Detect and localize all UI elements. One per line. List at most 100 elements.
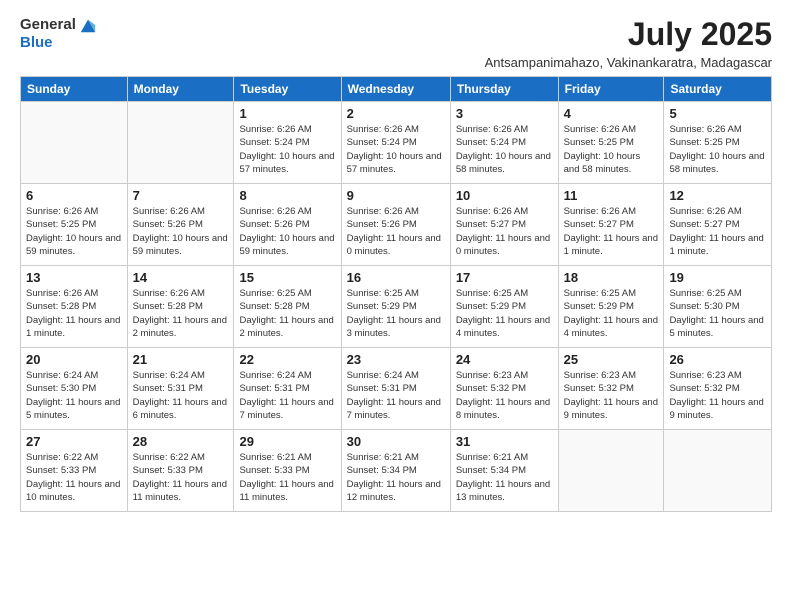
table-row: 25Sunrise: 6:23 AM Sunset: 5:32 PM Dayli…	[558, 348, 664, 430]
col-friday: Friday	[558, 77, 664, 102]
logo-general: General	[20, 17, 76, 34]
day-number: 10	[456, 188, 553, 203]
table-row: 12Sunrise: 6:26 AM Sunset: 5:27 PM Dayli…	[664, 184, 772, 266]
col-monday: Monday	[127, 77, 234, 102]
table-row: 3 Sunrise: 6:26 AM Sunset: 5:24 PM Daylig…	[450, 102, 558, 184]
logo-icon	[79, 16, 97, 34]
logo-blue: Blue	[20, 34, 53, 51]
day-info: Sunrise: 6:23 AM Sunset: 5:32 PM Dayligh…	[456, 369, 553, 422]
day-info: Sunrise: 6:26 AM Sunset: 5:25 PM Dayligh…	[26, 205, 122, 258]
title-block: July 2025 Antsampanimahazo, Vakinankarat…	[485, 16, 772, 70]
day-number: 4	[564, 106, 659, 121]
day-number: 20	[26, 352, 122, 367]
day-info: Sunrise: 6:23 AM Sunset: 5:32 PM Dayligh…	[564, 369, 659, 422]
day-info: Sunrise: 6:25 AM Sunset: 5:29 PM Dayligh…	[347, 287, 445, 340]
table-row: 28Sunrise: 6:22 AM Sunset: 5:33 PM Dayli…	[127, 430, 234, 512]
col-sunday: Sunday	[21, 77, 128, 102]
col-tuesday: Tuesday	[234, 77, 341, 102]
day-info: Sunrise: 6:26 AM Sunset: 5:25 PM Dayligh…	[564, 123, 659, 176]
day-number: 26	[669, 352, 766, 367]
col-saturday: Saturday	[664, 77, 772, 102]
day-number: 31	[456, 434, 553, 449]
table-row	[664, 430, 772, 512]
table-row: 1Sunrise: 6:26 AM Sunset: 5:24 PM Daylig…	[234, 102, 341, 184]
day-info: Sunrise: 6:26 AM Sunset: 5:27 PM Dayligh…	[456, 205, 553, 258]
calendar-table: Sunday Monday Tuesday Wednesday Thursday…	[20, 76, 772, 512]
day-number: 14	[133, 270, 229, 285]
day-info: Sunrise: 6:21 AM Sunset: 5:33 PM Dayligh…	[239, 451, 335, 504]
day-info: Sunrise: 6:24 AM Sunset: 5:31 PM Dayligh…	[347, 369, 445, 422]
calendar-week-row: 20Sunrise: 6:24 AM Sunset: 5:30 PM Dayli…	[21, 348, 772, 430]
day-info: Sunrise: 6:25 AM Sunset: 5:28 PM Dayligh…	[239, 287, 335, 340]
table-row: 14 Sunrise: 6:26 AM Sunset: 5:28 PM Dayli…	[127, 266, 234, 348]
day-number: 15	[239, 270, 335, 285]
calendar-header-row: Sunday Monday Tuesday Wednesday Thursday…	[21, 77, 772, 102]
table-row	[21, 102, 128, 184]
day-number: 5	[669, 106, 766, 121]
table-row: 23 Sunrise: 6:24 AM Sunset: 5:31 PM Dayli…	[341, 348, 450, 430]
calendar-week-row: 6 Sunrise: 6:26 AM Sunset: 5:25 PM Daylig…	[21, 184, 772, 266]
day-number: 19	[669, 270, 766, 285]
table-row: 17Sunrise: 6:25 AM Sunset: 5:29 PM Dayli…	[450, 266, 558, 348]
main-title: July 2025	[485, 16, 772, 53]
day-info: Sunrise: 6:21 AM Sunset: 5:34 PM Dayligh…	[456, 451, 553, 504]
day-info: Sunrise: 6:26 AM Sunset: 5:27 PM Dayligh…	[564, 205, 659, 258]
table-row: 20Sunrise: 6:24 AM Sunset: 5:30 PM Dayli…	[21, 348, 128, 430]
day-number: 24	[456, 352, 553, 367]
table-row: 9 Sunrise: 6:26 AM Sunset: 5:26 PM Daylig…	[341, 184, 450, 266]
day-info: Sunrise: 6:26 AM Sunset: 5:28 PM Dayligh…	[26, 287, 122, 340]
subtitle: Antsampanimahazo, Vakinankaratra, Madaga…	[485, 55, 772, 70]
table-row: 31 Sunrise: 6:21 AM Sunset: 5:34 PM Dayli…	[450, 430, 558, 512]
calendar-week-row: 13 Sunrise: 6:26 AM Sunset: 5:28 PM Dayli…	[21, 266, 772, 348]
day-info: Sunrise: 6:24 AM Sunset: 5:31 PM Dayligh…	[239, 369, 335, 422]
page: General Blue July 2025 Antsampanimahazo,…	[0, 0, 792, 612]
table-row: 26 Sunrise: 6:23 AM Sunset: 5:32 PM Dayli…	[664, 348, 772, 430]
day-info: Sunrise: 6:26 AM Sunset: 5:25 PM Dayligh…	[669, 123, 766, 176]
table-row: 27Sunrise: 6:22 AM Sunset: 5:33 PM Dayli…	[21, 430, 128, 512]
day-number: 6	[26, 188, 122, 203]
header: General Blue July 2025 Antsampanimahazo,…	[20, 16, 772, 70]
calendar-week-row: 1 Sunrise: 6:26 AM Sunset: 5:24 PM Daylig…	[21, 102, 772, 184]
table-row: 21 Sunrise: 6:24 AM Sunset: 5:31 PM Dayli…	[127, 348, 234, 430]
day-info: Sunrise: 6:25 AM Sunset: 5:29 PM Dayligh…	[564, 287, 659, 340]
day-number: 16	[347, 270, 445, 285]
table-row: 16 Sunrise: 6:25 AM Sunset: 5:29 PM Dayli…	[341, 266, 450, 348]
table-row	[127, 102, 234, 184]
table-row: 5 Sunrise: 6:26 AM Sunset: 5:25 PM Daylig…	[664, 102, 772, 184]
calendar-week-row: 27Sunrise: 6:22 AM Sunset: 5:33 PM Dayli…	[21, 430, 772, 512]
day-number: 7	[133, 188, 229, 203]
day-number: 9	[347, 188, 445, 203]
day-number: 21	[133, 352, 229, 367]
day-info: Sunrise: 6:24 AM Sunset: 5:31 PM Dayligh…	[133, 369, 229, 422]
day-info: Sunrise: 6:26 AM Sunset: 5:28 PM Dayligh…	[133, 287, 229, 340]
table-row: 8Sunrise: 6:26 AM Sunset: 5:26 PM Daylig…	[234, 184, 341, 266]
day-number: 22	[239, 352, 335, 367]
day-info: Sunrise: 6:23 AM Sunset: 5:32 PM Dayligh…	[669, 369, 766, 422]
day-number: 18	[564, 270, 659, 285]
table-row: 13 Sunrise: 6:26 AM Sunset: 5:28 PM Dayli…	[21, 266, 128, 348]
day-number: 28	[133, 434, 229, 449]
day-info: Sunrise: 6:26 AM Sunset: 5:26 PM Dayligh…	[347, 205, 445, 258]
table-row: 19 Sunrise: 6:25 AM Sunset: 5:30 PM Dayli…	[664, 266, 772, 348]
logo: General Blue	[20, 16, 97, 52]
day-info: Sunrise: 6:25 AM Sunset: 5:30 PM Dayligh…	[669, 287, 766, 340]
table-row: 22 Sunrise: 6:24 AM Sunset: 5:31 PM Dayli…	[234, 348, 341, 430]
day-number: 2	[347, 106, 445, 121]
day-number: 30	[347, 434, 445, 449]
day-number: 11	[564, 188, 659, 203]
day-number: 1	[239, 106, 335, 121]
day-number: 23	[347, 352, 445, 367]
day-number: 3	[456, 106, 553, 121]
day-number: 27	[26, 434, 122, 449]
col-wednesday: Wednesday	[341, 77, 450, 102]
table-row: 30Sunrise: 6:21 AM Sunset: 5:34 PM Dayli…	[341, 430, 450, 512]
day-number: 29	[239, 434, 335, 449]
table-row: 24 Sunrise: 6:23 AM Sunset: 5:32 PM Dayli…	[450, 348, 558, 430]
table-row: 2 Sunrise: 6:26 AM Sunset: 5:24 PM Daylig…	[341, 102, 450, 184]
day-info: Sunrise: 6:26 AM Sunset: 5:26 PM Dayligh…	[239, 205, 335, 258]
table-row: 6 Sunrise: 6:26 AM Sunset: 5:25 PM Daylig…	[21, 184, 128, 266]
day-info: Sunrise: 6:26 AM Sunset: 5:24 PM Dayligh…	[456, 123, 553, 176]
day-number: 13	[26, 270, 122, 285]
day-info: Sunrise: 6:26 AM Sunset: 5:24 PM Dayligh…	[347, 123, 445, 176]
day-number: 17	[456, 270, 553, 285]
